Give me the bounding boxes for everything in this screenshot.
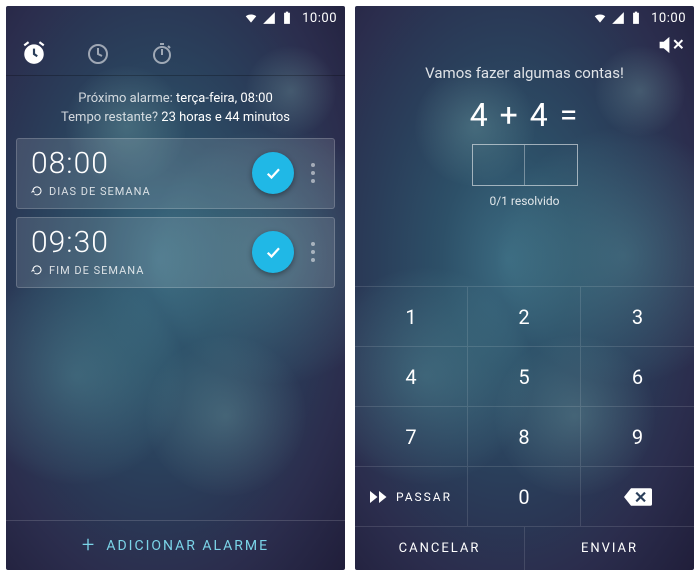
stopwatch-icon: [150, 41, 174, 65]
key-5[interactable]: 5: [468, 346, 581, 406]
alarm-list: 08:00 DIAS DE SEMANA 09:30 FIM DE SEMANA: [6, 138, 345, 288]
math-equation: 4 + 4 =: [355, 82, 694, 144]
next-alarm-info: Próximo alarme: terça-feira, 08:00 Tempo…: [6, 76, 345, 138]
status-time: 10:00: [651, 11, 686, 26]
battery-icon: [629, 11, 643, 25]
tab-bar: [6, 30, 345, 76]
add-alarm-button[interactable]: + ADICIONAR ALARME: [6, 520, 345, 570]
signal-icon: [611, 11, 625, 25]
key-8[interactable]: 8: [468, 406, 581, 466]
alarm-repeat-label: FIM DE SEMANA: [49, 264, 144, 277]
plus-icon: +: [82, 535, 96, 557]
add-alarm-label: ADICIONAR ALARME: [106, 538, 269, 554]
backspace-icon: [624, 488, 652, 506]
key-4[interactable]: 4: [355, 346, 468, 406]
alarm-repeat-label: DIAS DE SEMANA: [49, 185, 151, 198]
alarm-menu[interactable]: [300, 163, 326, 183]
next-alarm-value: terça-feira, 08:00: [176, 91, 273, 106]
send-button[interactable]: ENVIAR: [525, 527, 694, 570]
key-0[interactable]: 0: [468, 466, 581, 526]
tab-stopwatch[interactable]: [140, 41, 184, 65]
alarm-card[interactable]: 08:00 DIAS DE SEMANA: [16, 138, 335, 209]
key-1[interactable]: 1: [355, 286, 468, 346]
wifi-icon: [593, 11, 607, 25]
battery-icon: [280, 11, 294, 25]
key-pass[interactable]: PASSAR: [355, 466, 468, 526]
action-bar: CANCELAR ENVIAR: [355, 526, 694, 570]
alarm-menu[interactable]: [300, 242, 326, 262]
next-alarm-label: Próximo alarme:: [78, 91, 173, 106]
check-icon: [264, 164, 282, 182]
key-9[interactable]: 9: [581, 406, 694, 466]
alarm-toggle[interactable]: [252, 152, 294, 194]
key-2[interactable]: 2: [468, 286, 581, 346]
wifi-icon: [244, 11, 258, 25]
key-7[interactable]: 7: [355, 406, 468, 466]
alarm-toggle[interactable]: [252, 231, 294, 273]
skip-icon: [370, 491, 388, 503]
key-3[interactable]: 3: [581, 286, 694, 346]
remaining-value: 23 horas e 44 minutos: [161, 110, 290, 125]
check-icon: [264, 243, 282, 261]
alarm-clock-icon: [21, 40, 47, 66]
math-progress: 0/1 resolvido: [355, 186, 694, 208]
keypad: 1 2 3 4 5 6 7 8 9 PASSAR 0: [355, 286, 694, 526]
key-pass-label: PASSAR: [396, 490, 452, 504]
signal-icon: [262, 11, 276, 25]
alarm-time: 09:30: [31, 228, 252, 258]
math-challenge-screen: 10:00 Vamos fazer algumas contas! 4 + 4 …: [355, 6, 694, 570]
key-6[interactable]: 6: [581, 346, 694, 406]
hourglass-icon: [86, 41, 110, 65]
status-bar: 10:00: [6, 6, 345, 30]
remaining-label: Tempo restante?: [61, 110, 158, 125]
math-header: Vamos fazer algumas contas!: [355, 30, 694, 82]
tab-alarm[interactable]: [12, 40, 56, 66]
status-bar: 10:00: [355, 6, 694, 30]
key-backspace[interactable]: [581, 466, 694, 526]
repeat-icon: [31, 185, 43, 197]
tab-timer[interactable]: [76, 41, 120, 65]
alarm-list-screen: 10:00 Próximo alarme: ter: [6, 6, 345, 570]
cancel-button[interactable]: CANCELAR: [355, 527, 525, 570]
answer-input[interactable]: [472, 144, 578, 186]
repeat-icon: [31, 264, 43, 276]
alarm-time: 08:00: [31, 149, 252, 179]
alarm-card[interactable]: 09:30 FIM DE SEMANA: [16, 217, 335, 288]
status-time: 10:00: [302, 11, 337, 26]
